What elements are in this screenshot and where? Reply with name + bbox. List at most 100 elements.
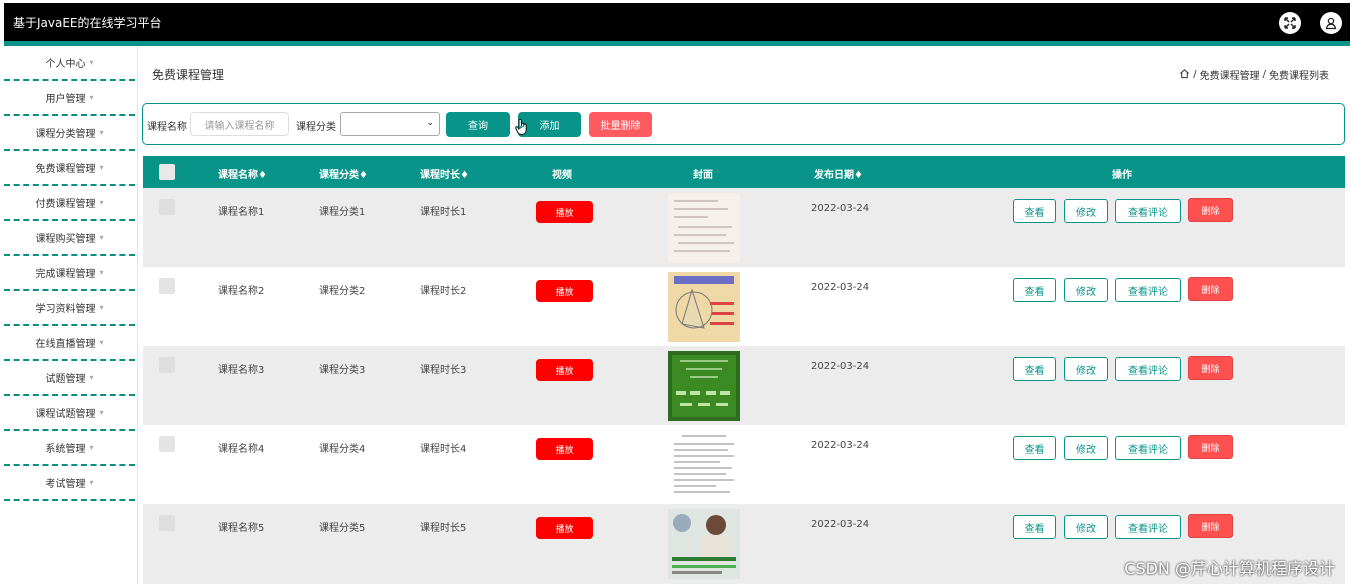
th-course-name[interactable]: 课程名称♦ [218, 166, 267, 181]
chevron-down-icon: ▾ [89, 373, 94, 382]
view-comments-button[interactable]: 查看评论 [1115, 436, 1181, 460]
breadcrumb-parent[interactable]: 免费课程管理 [1200, 67, 1260, 82]
cover-image[interactable] [668, 351, 740, 421]
sidebar-item-course-purchase[interactable]: 课程购买管理 ▾ [4, 221, 135, 256]
sidebar-item-label: 免费课程管理 [35, 164, 96, 175]
delete-button[interactable]: 删除 [1188, 435, 1233, 459]
sidebar-item-course-category[interactable]: 课程分类管理 ▾ [4, 116, 135, 151]
sidebar-item-label: 课程购买管理 [35, 234, 96, 245]
cell-course-name: 课程名称2 [218, 286, 265, 297]
hand-cursor-icon [515, 118, 529, 140]
row-checkbox[interactable] [159, 515, 175, 531]
sidebar-item-system[interactable]: 系统管理 ▾ [4, 431, 135, 466]
delete-button[interactable]: 删除 [1188, 277, 1233, 301]
delete-button[interactable]: 删除 [1188, 356, 1233, 380]
edit-button[interactable]: 修改 [1064, 515, 1108, 539]
sidebar-item-course-questions[interactable]: 课程试题管理 ▾ [4, 396, 135, 431]
cell-publish-date: 2022-03-24 [811, 440, 870, 451]
view-button[interactable]: 查看 [1013, 515, 1056, 539]
sidebar-item-label: 系统管理 [45, 444, 86, 455]
play-button[interactable]: 播放 [536, 517, 593, 539]
th-publish-date[interactable]: 发布日期♦ [814, 166, 863, 181]
sidebar-item-label: 试题管理 [45, 374, 86, 385]
sidebar-item-users[interactable]: 用户管理 ▾ [4, 81, 135, 116]
edit-button[interactable]: 修改 [1064, 436, 1108, 460]
sidebar-item-label: 付费课程管理 [35, 199, 96, 210]
sidebar: 个人中心 ▾ 用户管理 ▾ 课程分类管理 ▾ 免费课程管理 ▾ 付费课程管理 ▾ 课程购买… [4, 46, 135, 584]
row-checkbox[interactable] [159, 278, 175, 294]
view-comments-button[interactable]: 查看评论 [1115, 199, 1181, 223]
sidebar-item-label: 在线直播管理 [35, 339, 96, 350]
delete-button[interactable]: 删除 [1188, 198, 1233, 222]
cover-image[interactable] [668, 509, 740, 579]
play-button[interactable]: 播放 [536, 359, 593, 381]
cell-course-duration: 课程时长3 [420, 365, 467, 376]
play-button[interactable]: 播放 [536, 201, 593, 223]
table-row: 课程名称4 课程分类4 课程时长4 播放 2022-03-24 查看 修改 查看… [143, 425, 1345, 504]
fullscreen-icon[interactable] [1279, 12, 1301, 34]
breadcrumb-sep: / [1262, 69, 1266, 80]
sidebar-item-label: 个人中心 [45, 59, 86, 70]
view-button[interactable]: 查看 [1013, 199, 1056, 223]
play-button[interactable]: 播放 [536, 438, 593, 460]
breadcrumb-sep: / [1193, 69, 1197, 80]
cover-image[interactable] [668, 193, 740, 263]
user-icon[interactable] [1320, 12, 1342, 34]
table-row: 课程名称1 课程分类1 课程时长1 播放 2022-03-24 查看 修改 查看… [143, 188, 1345, 267]
table-header: 课程名称♦ 课程分类♦ 课程时长♦ 视频 封面 发布日期♦ 操作 [143, 156, 1345, 188]
view-comments-button[interactable]: 查看评论 [1115, 357, 1181, 381]
view-comments-button[interactable]: 查看评论 [1115, 515, 1181, 539]
sidebar-item-free-courses[interactable]: 免费课程管理 ▾ [4, 151, 135, 186]
chevron-down-icon: ▾ [99, 303, 104, 312]
row-checkbox[interactable] [159, 436, 175, 452]
sidebar-item-completed-courses[interactable]: 完成课程管理 ▾ [4, 256, 135, 291]
view-comments-button[interactable]: 查看评论 [1115, 278, 1181, 302]
select-all-checkbox[interactable] [159, 164, 175, 180]
cell-publish-date: 2022-03-24 [811, 203, 870, 214]
cell-course-duration: 课程时长4 [420, 444, 467, 455]
th-course-duration[interactable]: 课程时长♦ [420, 166, 469, 181]
view-button[interactable]: 查看 [1013, 278, 1056, 302]
sidebar-item-live-stream[interactable]: 在线直播管理 ▾ [4, 326, 135, 361]
cover-image[interactable] [668, 272, 740, 342]
chevron-down-icon: ▾ [89, 93, 94, 102]
batch-delete-button[interactable]: 批量删除 [589, 112, 652, 137]
watermark: CSDN @芹心计算机程序设计 [1124, 559, 1335, 578]
chevron-down-icon: ▾ [99, 408, 104, 417]
cell-course-category: 课程分类5 [319, 523, 366, 534]
course-category-select[interactable]: ⌄ [340, 112, 440, 136]
table-row: 课程名称2 课程分类2 课程时长2 播放 2022-03-24 查看 修改 查看… [143, 267, 1345, 346]
sidebar-item-personal-center[interactable]: 个人中心 ▾ [4, 46, 135, 81]
cover-image[interactable] [668, 430, 740, 500]
table-row: 课程名称3 课程分类3 课程时长3 播放 2022-03-24 查看 修改 查看… [143, 346, 1345, 425]
cell-publish-date: 2022-03-24 [811, 519, 870, 530]
sidebar-item-paid-courses[interactable]: 付费课程管理 ▾ [4, 186, 135, 221]
sidebar-item-learning-materials[interactable]: 学习资料管理 ▾ [4, 291, 135, 326]
row-checkbox[interactable] [159, 199, 175, 215]
view-button[interactable]: 查看 [1013, 436, 1056, 460]
breadcrumb-current: 免费课程列表 [1269, 71, 1329, 82]
cell-course-duration: 课程时长5 [420, 523, 467, 534]
chevron-down-icon: ▾ [99, 338, 104, 347]
course-name-input[interactable]: 请输入课程名称 [190, 112, 289, 136]
th-video: 视频 [552, 170, 572, 181]
sidebar-item-questions[interactable]: 试题管理 ▾ [4, 361, 135, 396]
edit-button[interactable]: 修改 [1064, 357, 1108, 381]
delete-button[interactable]: 删除 [1188, 514, 1233, 538]
sidebar-item-label: 课程分类管理 [35, 129, 96, 140]
th-course-category[interactable]: 课程分类♦ [319, 166, 368, 181]
search-panel: 课程名称 请输入课程名称 课程分类 ⌄ 查询 添加 批量删除 [142, 103, 1345, 145]
course-category-label: 课程分类 [296, 122, 336, 133]
sidebar-item-label: 学习资料管理 [35, 304, 96, 315]
play-button[interactable]: 播放 [536, 280, 593, 302]
sidebar-item-exams[interactable]: 考试管理 ▾ [4, 466, 135, 501]
home-icon[interactable] [1179, 68, 1190, 82]
chevron-down-icon: ⌄ [426, 118, 434, 128]
row-checkbox[interactable] [159, 357, 175, 373]
query-button[interactable]: 查询 [446, 112, 510, 137]
edit-button[interactable]: 修改 [1064, 199, 1108, 223]
edit-button[interactable]: 修改 [1064, 278, 1108, 302]
cell-publish-date: 2022-03-24 [811, 282, 870, 293]
header-accent-line [4, 41, 1350, 46]
view-button[interactable]: 查看 [1013, 357, 1056, 381]
